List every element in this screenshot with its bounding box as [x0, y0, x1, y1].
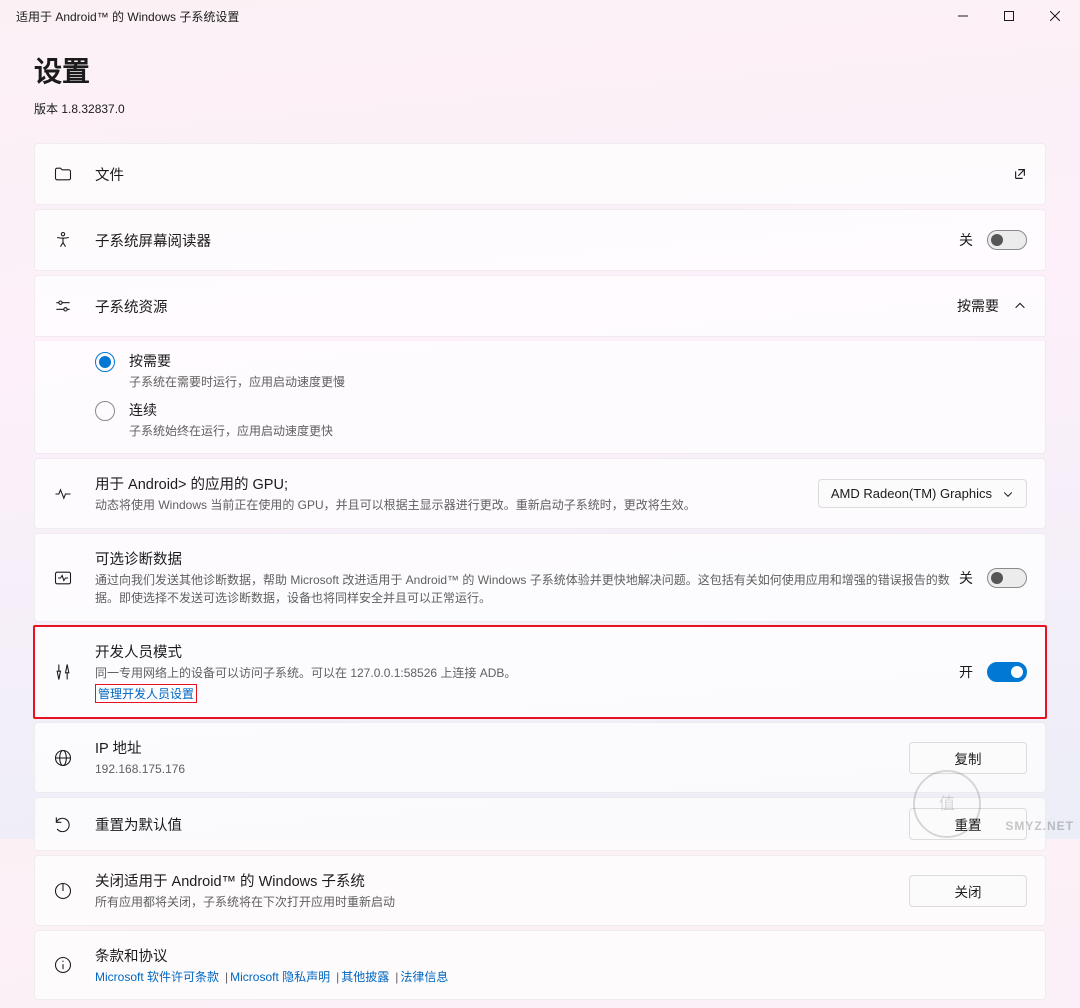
maximize-button[interactable] [986, 0, 1032, 32]
radio-on-demand[interactable] [95, 352, 115, 372]
license-link[interactable]: Microsoft 软件许可条款 [95, 970, 219, 984]
developer-mode-highlight: 开发人员模式 同一专用网络上的设备可以访问子系统。可以在 127.0.0.1:5… [33, 625, 1047, 719]
app-title: 适用于 Android™ 的 Windows 子系统设置 [16, 8, 940, 25]
resources-title: 子系统资源 [95, 296, 957, 317]
reset-card: 重置为默认值 重置 [34, 797, 1046, 851]
continuous-label: 连续 [129, 400, 333, 420]
chevron-down-icon [1002, 488, 1014, 500]
power-icon [53, 881, 95, 901]
shutdown-button[interactable]: 关闭 [909, 875, 1027, 907]
svg-text:值: 值 [939, 795, 955, 813]
external-link-icon [1013, 167, 1027, 181]
other-disclosure-link[interactable]: 其他披露 [341, 970, 389, 984]
gpu-desc: 动态将使用 Windows 当前正在使用的 GPU，并且可以根据主显示器进行更改… [95, 496, 818, 514]
heart-monitor-icon [53, 568, 95, 588]
terms-card: 条款和协议 Microsoft 软件许可条款|Microsoft 隐私声明|其他… [34, 930, 1046, 1000]
legal-info-link[interactable]: 法律信息 [400, 970, 448, 984]
files-card[interactable]: 文件 [34, 143, 1046, 205]
titlebar: 适用于 Android™ 的 Windows 子系统设置 [0, 0, 1080, 32]
developer-settings-link[interactable]: 管理开发人员设置 [95, 684, 197, 703]
globe-icon [53, 748, 95, 768]
site-watermark: SMYZ.NET [1005, 819, 1074, 833]
privacy-link[interactable]: Microsoft 隐私声明 [230, 970, 330, 984]
accessibility-icon [53, 230, 95, 250]
radio-continuous[interactable] [95, 401, 115, 421]
developer-mode-title: 开发人员模式 [95, 641, 959, 662]
screen-reader-card: 子系统屏幕阅读器 关 [34, 209, 1046, 271]
developer-mode-toggle[interactable] [987, 662, 1027, 682]
version-label: 版本 1.8.32837.0 [34, 100, 1046, 117]
terms-title: 条款和协议 [95, 945, 1027, 966]
resources-options: 按需要 子系统在需要时运行，应用启动速度更慢 连续 子系统始终在运行，应用启动速… [34, 341, 1046, 454]
gpu-select[interactable]: AMD Radeon(TM) Graphics [818, 479, 1027, 508]
diagnostics-card: 可选诊断数据 通过向我们发送其他诊断数据，帮助 Microsoft 改进适用于 … [34, 533, 1046, 622]
screen-reader-state: 关 [959, 230, 973, 250]
ip-value: 192.168.175.176 [95, 760, 909, 778]
chevron-up-icon [1013, 299, 1027, 313]
developer-mode-card: 开发人员模式 同一专用网络上的设备可以访问子系统。可以在 127.0.0.1:5… [35, 627, 1045, 717]
continuous-desc: 子系统始终在运行，应用启动速度更快 [129, 422, 333, 439]
close-button[interactable] [1032, 0, 1078, 32]
shutdown-title: 关闭适用于 Android™ 的 Windows 子系统 [95, 870, 909, 891]
minimize-button[interactable] [940, 0, 986, 32]
on-demand-desc: 子系统在需要时运行，应用启动速度更慢 [129, 373, 345, 390]
screen-reader-toggle[interactable] [987, 230, 1027, 250]
terms-links: Microsoft 软件许可条款|Microsoft 隐私声明|其他披露|法律信… [95, 968, 1027, 985]
files-title: 文件 [95, 164, 1013, 185]
on-demand-label: 按需要 [129, 351, 345, 371]
resources-card[interactable]: 子系统资源 按需要 [34, 275, 1046, 337]
sliders-icon [53, 296, 95, 316]
gpu-selected: AMD Radeon(TM) Graphics [831, 486, 992, 501]
info-icon [53, 955, 95, 975]
gpu-title: 用于 Android> 的应用的 GPU; [95, 473, 818, 494]
resources-option-continuous[interactable]: 连续 子系统始终在运行，应用启动速度更快 [35, 394, 1045, 453]
developer-mode-desc: 同一专用网络上的设备可以访问子系统。可以在 127.0.0.1:58526 上连… [95, 664, 959, 682]
heartbeat-icon [53, 484, 95, 504]
ip-title: IP 地址 [95, 737, 909, 758]
diagnostics-state: 关 [959, 568, 973, 588]
shutdown-desc: 所有应用都将关闭，子系统将在下次打开应用时重新启动 [95, 893, 909, 911]
ip-address-card: IP 地址 192.168.175.176 复制 [34, 722, 1046, 793]
site-watermark-icon: 值 [912, 769, 982, 839]
resources-state: 按需要 [957, 296, 999, 316]
shutdown-card: 关闭适用于 Android™ 的 Windows 子系统 所有应用都将关闭，子系… [34, 855, 1046, 926]
diagnostics-title: 可选诊断数据 [95, 548, 959, 569]
folder-icon [53, 164, 95, 184]
tools-icon [53, 662, 95, 682]
reset-title: 重置为默认值 [95, 814, 909, 835]
developer-mode-state: 开 [959, 662, 973, 682]
settings-list: 文件 子系统屏幕阅读器 关 子系统资源 按需要 [0, 125, 1080, 1008]
diagnostics-toggle[interactable] [987, 568, 1027, 588]
page-title: 设置 [34, 50, 1046, 90]
undo-icon [53, 814, 95, 834]
diagnostics-desc: 通过向我们发送其他诊断数据，帮助 Microsoft 改进适用于 Android… [95, 571, 959, 607]
resources-option-on-demand[interactable]: 按需要 子系统在需要时运行，应用启动速度更慢 [35, 341, 1045, 394]
gpu-card: 用于 Android> 的应用的 GPU; 动态将使用 Windows 当前正在… [34, 458, 1046, 529]
screen-reader-title: 子系统屏幕阅读器 [95, 230, 959, 251]
page-header: 设置 版本 1.8.32837.0 [0, 32, 1080, 125]
